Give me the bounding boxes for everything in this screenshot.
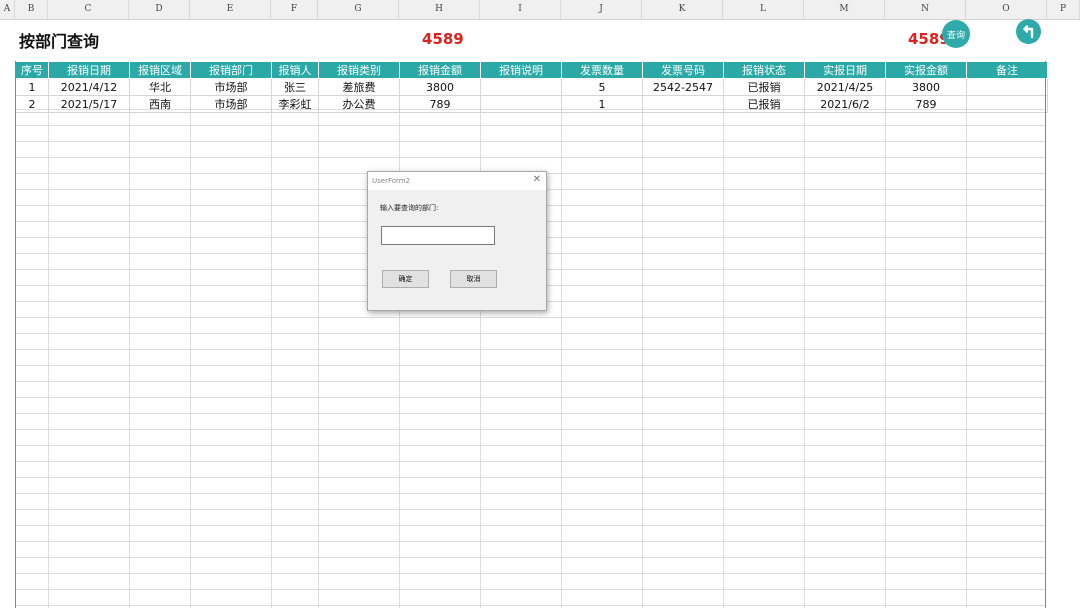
col-header-o[interactable]: O [966,0,1047,19]
col-header-l[interactable]: L [723,0,804,19]
ok-button[interactable]: 确定 [382,270,429,288]
grid-line [318,109,319,608]
cell[interactable]: 5 [561,78,643,96]
grid-line [966,109,967,608]
cell[interactable]: 差旅费 [318,78,400,96]
grid-line [561,109,562,608]
cell[interactable]: 办公费 [318,95,400,113]
header-date[interactable]: 报销日期 [48,61,130,79]
header-description[interactable]: 报销说明 [480,61,562,79]
close-icon[interactable]: ✕ [533,174,541,185]
cell[interactable] [480,78,562,96]
grid-line [642,109,643,608]
col-header-c[interactable]: C [48,0,129,19]
dialog-prompt: 输入要查询的部门: [380,204,439,212]
cell[interactable]: 2542-2547 [642,78,724,96]
cell[interactable] [480,95,562,113]
table-header-row: 序号 报销日期 报销区域 报销部门 报销人 报销类别 报销金额 报销说明 发票数… [15,61,1048,79]
col-header-b[interactable]: B [15,0,48,19]
header-paid-amount[interactable]: 实报金额 [885,61,967,79]
cell[interactable]: 789 [399,95,481,113]
table-row: 1 2021/4/12 华北 市场部 张三 差旅费 3800 5 2542-25… [15,78,1048,96]
header-person[interactable]: 报销人 [271,61,319,79]
page-title: 按部门查询 [19,32,100,51]
cell[interactable] [642,95,724,113]
cell[interactable]: 已报销 [723,78,805,96]
header-region[interactable]: 报销区域 [129,61,191,79]
cell[interactable]: 2021/4/12 [48,78,130,96]
header-paid-date[interactable]: 实报日期 [804,61,886,79]
grid-line [48,109,49,608]
cell[interactable]: 1 [561,95,643,113]
grid-line [129,109,130,608]
header-notes[interactable]: 备注 [966,61,1048,79]
dialog-title: UserForm2 [368,172,546,190]
col-header-d[interactable]: D [129,0,190,19]
userform-dialog: UserForm2 ✕ 输入要查询的部门: 确定 取消 [367,171,547,311]
cell[interactable]: 张三 [271,78,319,96]
back-button[interactable] [1016,19,1041,44]
col-header-g[interactable]: G [318,0,399,19]
cell[interactable]: 3800 [885,78,967,96]
header-invoice-count[interactable]: 发票数量 [561,61,643,79]
cell[interactable] [966,78,1048,96]
grid-line [723,109,724,608]
cell[interactable]: 2021/5/17 [48,95,130,113]
cell[interactable]: 2021/6/2 [804,95,886,113]
query-button-label: 查询 [946,30,965,41]
query-button[interactable]: 查询 [942,20,970,48]
cell[interactable] [966,95,1048,113]
expense-table: 序号 报销日期 报销区域 报销部门 报销人 报销类别 报销金额 报销说明 发票数… [15,61,1048,113]
cell[interactable]: 2 [15,95,49,113]
cell[interactable]: 市场部 [190,95,272,113]
col-header-k[interactable]: K [642,0,723,19]
cell[interactable]: 789 [885,95,967,113]
column-header-bar: A B C D E F G H I J K L M N O P [0,0,1080,20]
grid-line [804,109,805,608]
cell[interactable]: 1 [15,78,49,96]
header-index[interactable]: 序号 [15,61,49,79]
cell[interactable]: 已报销 [723,95,805,113]
return-arrow-icon [1022,24,1033,38]
header-invoice-number[interactable]: 发票号码 [642,61,724,79]
cell[interactable]: 西南 [129,95,191,113]
cell[interactable]: 李彩虹 [271,95,319,113]
header-category[interactable]: 报销类别 [318,61,400,79]
grid-line [885,109,886,608]
col-header-m[interactable]: M [804,0,885,19]
col-header-n[interactable]: N [885,0,966,19]
header-department[interactable]: 报销部门 [190,61,272,79]
col-header-h[interactable]: H [399,0,480,19]
cell[interactable]: 市场部 [190,78,272,96]
col-header-e[interactable]: E [190,0,271,19]
cell[interactable]: 3800 [399,78,481,96]
cancel-button[interactable]: 取消 [450,270,497,288]
col-header-f[interactable]: F [271,0,318,19]
cell[interactable]: 华北 [129,78,191,96]
grid-line [271,109,272,608]
col-header-i[interactable]: I [480,0,561,19]
header-status[interactable]: 报销状态 [723,61,805,79]
col-header-p[interactable]: P [1047,0,1080,19]
total-amount-left: 4589 [422,30,464,48]
department-input[interactable] [381,226,495,245]
col-header-j[interactable]: J [561,0,642,19]
grid-line [190,109,191,608]
col-header-a[interactable]: A [0,0,15,19]
cell[interactable]: 2021/4/25 [804,78,886,96]
header-amount[interactable]: 报销金额 [399,61,481,79]
table-row: 2 2021/5/17 西南 市场部 李彩虹 办公费 789 1 已报销 202… [15,95,1048,113]
